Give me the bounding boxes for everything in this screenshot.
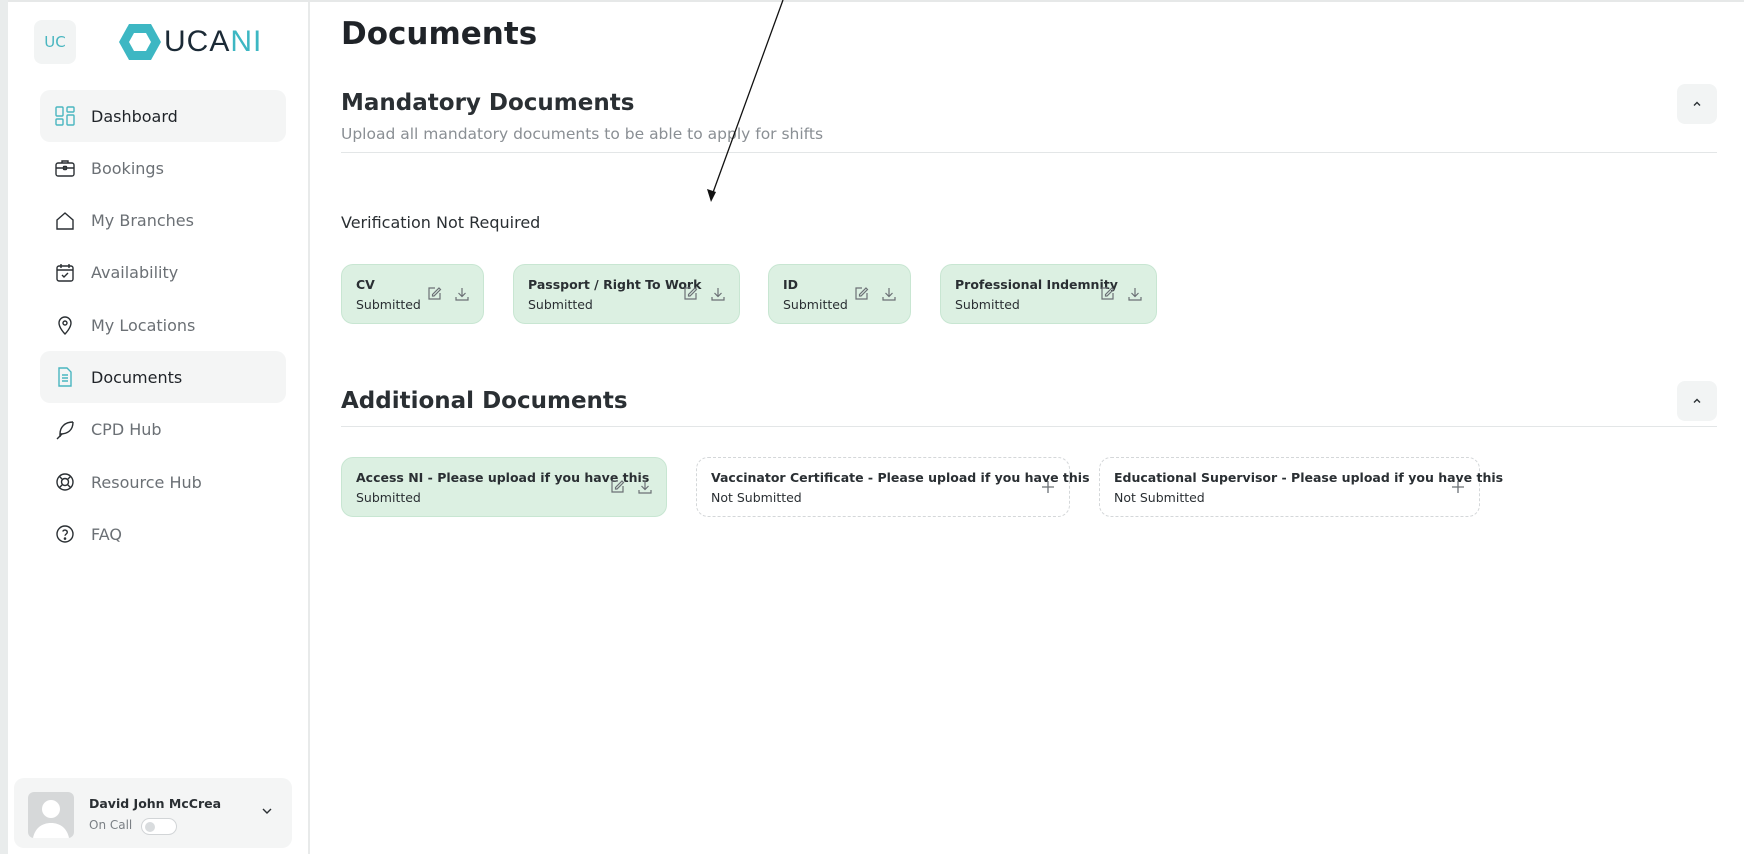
sidebar-item-label: Resource Hub	[91, 472, 202, 492]
sidebar-item-label: CPD Hub	[91, 420, 162, 440]
sidebar-item-label: FAQ	[91, 524, 122, 544]
sidebar-item-label: Availability	[91, 263, 179, 283]
section-divider	[341, 152, 1717, 153]
briefcase-icon	[54, 157, 76, 179]
sidebar-item-label: My Locations	[91, 315, 196, 335]
document-card-vaccinator-certificate: Vaccinator Certificate - Please upload i…	[696, 457, 1090, 517]
collapse-additional-button[interactable]	[1677, 381, 1717, 421]
sidebar-item-label: Dashboard	[91, 106, 178, 126]
edit-icon[interactable]	[425, 285, 443, 303]
home-icon	[54, 210, 76, 232]
sidebar-item-availability[interactable]: Availability	[40, 247, 286, 299]
document-card-cv: CV Submitted	[341, 264, 484, 324]
sidebar-nav: Dashboard Bookings My Branches Availabil…	[40, 90, 286, 561]
document-card-educational-supervisor: Educational Supervisor - Please upload i…	[1099, 457, 1504, 517]
feather-icon	[54, 419, 76, 441]
sidebar-item-label: My Branches	[91, 211, 194, 231]
document-card-passport: Passport / Right To Work Submitted	[513, 264, 740, 324]
section-divider	[341, 426, 1717, 427]
edit-icon[interactable]	[852, 285, 870, 303]
document-card-access-ni: Access NI - Please upload if you have th…	[341, 457, 667, 517]
collapse-mandatory-button[interactable]	[1677, 84, 1717, 124]
document-card-id: ID Submitted	[768, 264, 911, 324]
ucani-logo[interactable]: UCANI	[118, 22, 262, 62]
lifebuoy-icon	[54, 471, 76, 493]
document-card-professional-indemnity: Professional Indemnity Submitted	[940, 264, 1157, 324]
sidebar-item-label: Documents	[91, 367, 183, 387]
sidebar: UC UCANI Dashboard Bookings My Branches …	[8, 2, 310, 854]
edit-icon[interactable]	[608, 478, 626, 496]
sidebar-item-label: Bookings	[91, 158, 164, 178]
document-name: Vaccinator Certificate - Please upload i…	[711, 470, 1090, 485]
document-status: Not Submitted	[1114, 490, 1205, 505]
main-content: Documents Mandatory Documents Upload all…	[341, 0, 1717, 854]
avatar	[28, 792, 74, 838]
mandatory-documents-subtitle: Upload all mandatory documents to be abl…	[341, 125, 824, 143]
download-icon[interactable]	[1126, 285, 1144, 303]
edit-icon[interactable]	[1098, 285, 1116, 303]
chevron-up-icon	[1693, 398, 1701, 403]
add-icon[interactable]	[1449, 478, 1467, 496]
download-icon[interactable]	[453, 285, 471, 303]
logo-text-accent: NI	[230, 25, 263, 58]
calendar-check-icon	[54, 262, 76, 284]
sidebar-item-documents[interactable]: Documents	[40, 351, 286, 404]
document-icon	[54, 366, 76, 388]
location-pin-icon	[54, 314, 76, 336]
dashboard-grid-icon	[54, 105, 76, 127]
mandatory-documents-title: Mandatory Documents	[341, 90, 635, 116]
on-call-toggle[interactable]	[141, 818, 177, 835]
hexagon-logo-icon	[119, 24, 161, 60]
download-icon[interactable]	[636, 478, 654, 496]
logo-text-dark: UCA	[164, 25, 231, 58]
document-status: Not Submitted	[711, 490, 802, 505]
question-circle-icon	[54, 523, 76, 545]
additional-documents-title: Additional Documents	[341, 388, 628, 414]
download-icon[interactable]	[709, 285, 727, 303]
page-title: Documents	[341, 16, 538, 52]
workspace-initials-badge[interactable]: UC	[34, 20, 76, 64]
edit-icon[interactable]	[681, 285, 699, 303]
user-profile-card[interactable]: David John McCrea On Call	[14, 778, 292, 848]
chevron-down-icon[interactable]	[260, 804, 274, 818]
sidebar-item-resource-hub[interactable]: Resource Hub	[40, 456, 286, 508]
user-name: David John McCrea	[89, 796, 222, 811]
sidebar-item-my-locations[interactable]: My Locations	[40, 299, 286, 351]
document-name: Educational Supervisor - Please upload i…	[1114, 470, 1504, 485]
sidebar-item-dashboard[interactable]: Dashboard	[40, 90, 286, 142]
brand: UC UCANI	[34, 20, 294, 64]
sidebar-item-my-branches[interactable]: My Branches	[40, 195, 286, 247]
download-icon[interactable]	[880, 285, 898, 303]
sidebar-item-faq[interactable]: FAQ	[40, 508, 286, 560]
add-icon[interactable]	[1039, 478, 1057, 496]
chevron-up-icon	[1693, 101, 1701, 106]
toggle-knob	[145, 822, 155, 832]
on-call-label: On Call	[89, 818, 133, 832]
window-edge	[0, 0, 8, 854]
sidebar-item-bookings[interactable]: Bookings	[40, 142, 286, 194]
sidebar-item-cpd-hub[interactable]: CPD Hub	[40, 404, 286, 456]
verification-group-label: Verification Not Required	[341, 213, 541, 232]
